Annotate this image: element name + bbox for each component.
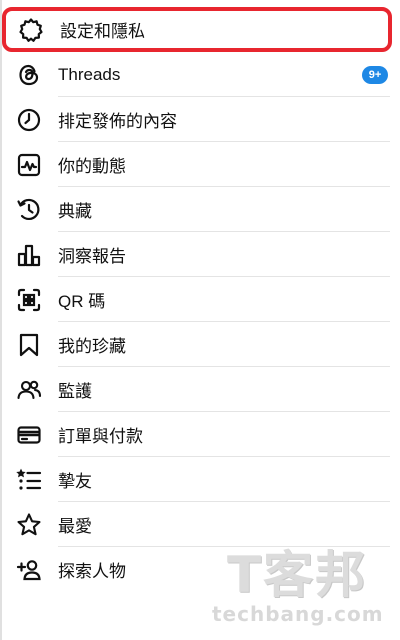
- menu-item-label: Threads: [58, 64, 121, 84]
- menu-item-label: 最愛: [58, 517, 92, 536]
- menu-item-insights[interactable]: 洞察報告: [0, 232, 400, 277]
- menu-screen: 設定和隱私 Threads 9+ 排定發佈的內容 你的動態 典藏 洞察報告 QR…: [0, 0, 400, 640]
- menu-item-favorites[interactable]: 最愛: [0, 502, 400, 547]
- notification-badge: 9+: [362, 65, 388, 84]
- supervision-icon: [16, 377, 42, 403]
- menu-item-supervision[interactable]: 監護: [0, 367, 400, 412]
- menu-item-your-activity[interactable]: 你的動態: [0, 142, 400, 187]
- close-friends-icon: [16, 467, 42, 493]
- star-icon: [16, 512, 42, 538]
- add-person-icon: [16, 557, 42, 583]
- menu-item-label: 我的珍藏: [58, 337, 126, 356]
- menu-item-label: 探索人物: [58, 562, 126, 581]
- insights-icon: [16, 242, 42, 268]
- menu-item-label: 摯友: [58, 472, 92, 491]
- menu-item-saved[interactable]: 我的珍藏: [0, 322, 400, 367]
- bookmark-icon: [16, 332, 42, 358]
- menu-item-scheduled-content[interactable]: 排定發佈的內容: [0, 97, 400, 142]
- menu-item-label: 設定和隱私: [60, 22, 145, 41]
- menu-item-label: 監護: [58, 382, 92, 401]
- watermark-site: techbang.com: [212, 602, 384, 626]
- menu-item-qr-code[interactable]: QR 碼: [0, 277, 400, 322]
- menu-item-close-friends[interactable]: 摯友: [0, 457, 400, 502]
- menu-item-settings-privacy[interactable]: 設定和隱私: [2, 7, 392, 52]
- activity-icon: [16, 152, 42, 178]
- menu-item-threads[interactable]: Threads 9+: [0, 52, 400, 97]
- menu-item-label: QR 碼: [58, 292, 106, 311]
- menu-item-label: 你的動態: [58, 157, 126, 176]
- menu-item-label: 典藏: [58, 202, 92, 221]
- qr-code-icon: [16, 287, 42, 313]
- menu-item-orders-payments[interactable]: 訂單與付款: [0, 412, 400, 457]
- threads-icon: [16, 62, 42, 88]
- clock-icon: [16, 107, 42, 133]
- menu-item-label: 洞察報告: [58, 247, 126, 266]
- gear-icon: [18, 17, 44, 43]
- menu-item-label: 排定發佈的內容: [58, 112, 177, 131]
- archive-icon: [16, 197, 42, 223]
- menu-item-label: 訂單與付款: [58, 427, 143, 446]
- card-icon: [16, 422, 42, 448]
- menu-item-discover-people[interactable]: 探索人物: [0, 547, 400, 592]
- settings-menu: 設定和隱私 Threads 9+ 排定發佈的內容 你的動態 典藏 洞察報告 QR…: [0, 7, 400, 592]
- menu-item-archive[interactable]: 典藏: [0, 187, 400, 232]
